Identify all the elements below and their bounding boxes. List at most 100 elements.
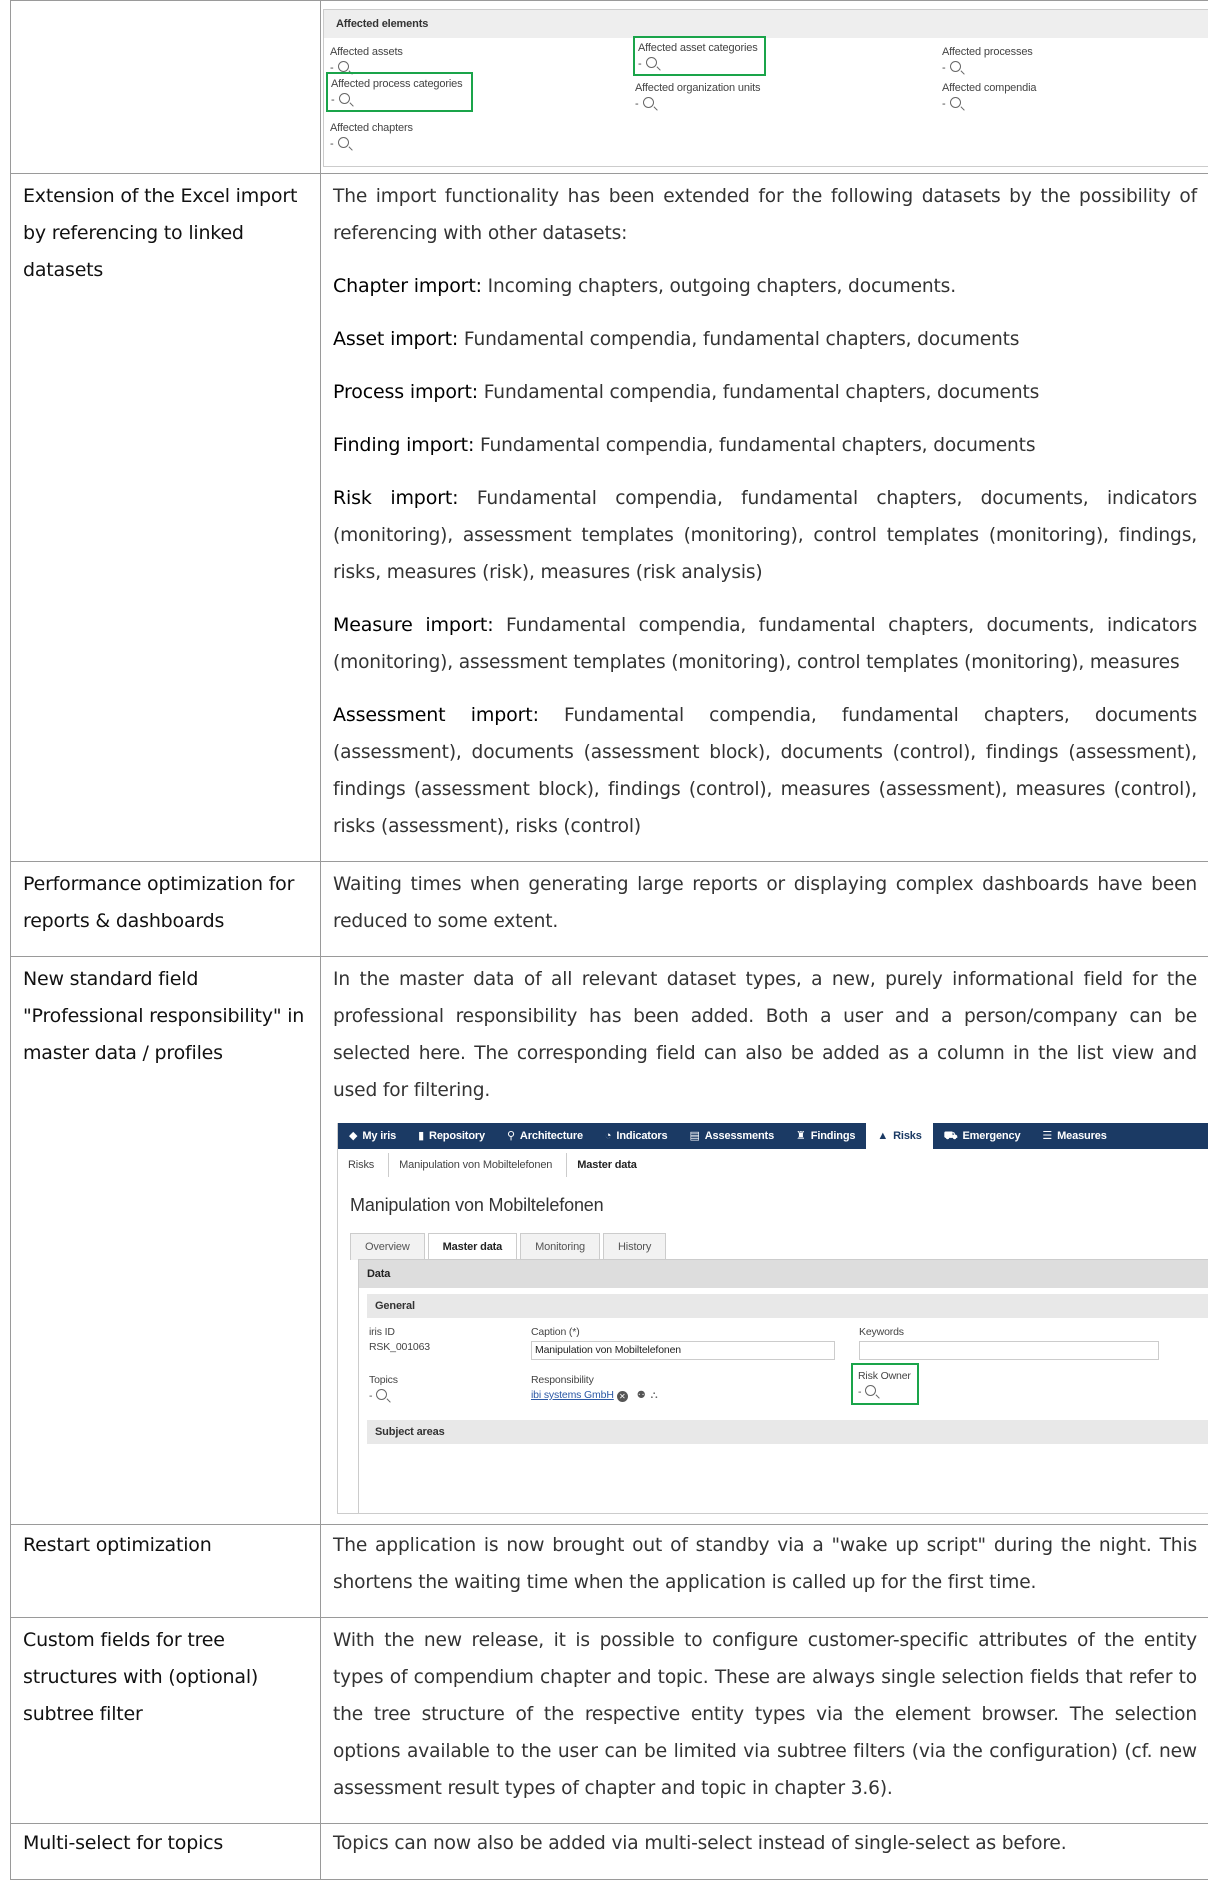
data-header: Data bbox=[359, 1260, 1208, 1288]
nav-icon: ▮ bbox=[418, 1123, 424, 1149]
keywords-input[interactable] bbox=[859, 1341, 1159, 1360]
search-icon[interactable] bbox=[643, 97, 654, 108]
breadcrumb: Risks Manipulation von Mobiltelefonen Ma… bbox=[338, 1153, 651, 1177]
nav-label: Indicators bbox=[616, 1130, 667, 1142]
nav-label: My iris bbox=[362, 1130, 396, 1142]
search-icon[interactable] bbox=[646, 57, 657, 68]
search-icon[interactable] bbox=[950, 61, 961, 72]
breadcrumb-item[interactable]: Manipulation von Mobiltelefonen bbox=[389, 1153, 567, 1177]
import-item: Measure import: Fundamental compendia, f… bbox=[333, 607, 1197, 681]
general-header: General bbox=[367, 1294, 1208, 1318]
remove-icon[interactable]: ✕ bbox=[617, 1391, 628, 1402]
description-cell: Waiting times when generating large repo… bbox=[321, 862, 1208, 957]
import-item: Assessment import: Fundamental compendia… bbox=[333, 697, 1197, 845]
field-value: - bbox=[369, 1390, 372, 1402]
field-label: Affected process categories bbox=[331, 78, 463, 90]
feature-cell: Restart optimization bbox=[11, 1525, 321, 1618]
affected-compendia-field[interactable]: Affected compendia - bbox=[942, 82, 1036, 110]
caption-input[interactable]: Manipulation von Mobiltelefonen bbox=[531, 1341, 835, 1360]
nav-icon: ◔ bbox=[605, 1123, 612, 1149]
nav-item-indicators[interactable]: ◔ Indicators bbox=[594, 1123, 679, 1149]
responsibility-field: Responsibility ibi systems GmbH✕ ⚉ ⛬ bbox=[531, 1374, 657, 1402]
import-item: Chapter import: Incoming chapters, outgo… bbox=[333, 268, 1197, 305]
field-value: - bbox=[331, 94, 335, 106]
feature-cell: Custom fields for tree structures with (… bbox=[11, 1618, 321, 1824]
nav-icon: ☰ bbox=[1042, 1123, 1052, 1149]
breadcrumb-item[interactable]: Risks bbox=[338, 1153, 389, 1177]
affected-process-categories-field[interactable]: Affected process categories - bbox=[326, 72, 473, 112]
affected-elements-title: Affected elements bbox=[324, 10, 1208, 38]
nav-item-measures[interactable]: ☰Measures bbox=[1031, 1123, 1117, 1149]
table-row: Custom fields for tree structures with (… bbox=[11, 1618, 1208, 1824]
field-value: - bbox=[330, 138, 334, 150]
feature-title: Extension of the Excel import by referen… bbox=[23, 178, 308, 289]
nav-icon: ◆ bbox=[349, 1123, 357, 1149]
import-label: Process import: bbox=[333, 381, 478, 403]
nav-item-findings[interactable]: ♜Findings bbox=[785, 1123, 866, 1149]
feature-title: Performance optimization for reports & d… bbox=[23, 866, 308, 940]
description-text: The import functionality has been extend… bbox=[333, 178, 1197, 252]
affected-chapters-field[interactable]: Affected chapters - bbox=[330, 122, 413, 150]
import-label: Measure import: bbox=[333, 614, 493, 636]
field-label: iris ID bbox=[369, 1326, 430, 1338]
search-icon[interactable] bbox=[338, 137, 349, 148]
import-label: Assessment import: bbox=[333, 704, 539, 726]
feature-title: Custom fields for tree structures with (… bbox=[23, 1622, 308, 1733]
person-icon[interactable]: ⚉ bbox=[637, 1390, 646, 1401]
affected-organization-units-field[interactable]: Affected organization units - bbox=[635, 82, 760, 110]
tab-bar: Overview Master data Monitoring History bbox=[350, 1233, 669, 1260]
subject-areas-header: Subject areas bbox=[367, 1420, 1208, 1444]
affected-assets-field[interactable]: Affected assets - bbox=[330, 46, 403, 74]
description-text: With the new release, it is possible to … bbox=[333, 1622, 1197, 1807]
search-icon[interactable] bbox=[339, 93, 350, 104]
nav-label: Architecture bbox=[520, 1130, 583, 1142]
field-label: Topics bbox=[369, 1374, 398, 1386]
import-text: Fundamental compendia, fundamental chapt… bbox=[458, 329, 1019, 350]
field-label: Responsibility bbox=[531, 1374, 657, 1386]
field-label: Caption (*) bbox=[531, 1326, 835, 1338]
nav-item-my-iris[interactable]: ◆ My iris bbox=[338, 1123, 407, 1149]
description-text: Waiting times when generating large repo… bbox=[333, 866, 1197, 940]
search-icon[interactable] bbox=[950, 97, 961, 108]
import-label: Finding import: bbox=[333, 434, 474, 456]
table-row: New standard field "Professional respons… bbox=[11, 957, 1208, 1525]
field-value: - bbox=[858, 1386, 861, 1398]
nav-item-risks[interactable]: ▲Risks bbox=[866, 1123, 932, 1149]
description-cell: The application is now brought out of st… bbox=[321, 1525, 1208, 1618]
risk-owner-field: Risk Owner - bbox=[851, 1363, 919, 1405]
import-label: Risk import: bbox=[333, 487, 458, 509]
import-item: Finding import: Fundamental compendia, f… bbox=[333, 427, 1197, 464]
field-label: Affected processes bbox=[942, 46, 1033, 58]
document: Affected elements Affected assets - Affe… bbox=[10, 0, 1208, 1870]
affected-asset-categories-field[interactable]: Affected asset categories - bbox=[633, 36, 766, 76]
import-text: Fundamental compendia, fundamental chapt… bbox=[478, 382, 1039, 403]
nav-icon: ♜ bbox=[796, 1123, 806, 1149]
nav-item-assessments[interactable]: ▤Assessments bbox=[679, 1123, 786, 1149]
field-label: Risk Owner bbox=[858, 1370, 911, 1382]
field-label: Affected chapters bbox=[330, 122, 413, 134]
data-panel: Data General iris ID RSK_001063 Caption … bbox=[358, 1259, 1208, 1513]
table-row: Multi-select for topics Topics can now a… bbox=[11, 1824, 1208, 1880]
search-icon[interactable] bbox=[865, 1385, 876, 1396]
table-row: Extension of the Excel import by referen… bbox=[11, 174, 1208, 862]
org-chart-icon[interactable]: ⛬ bbox=[651, 1390, 658, 1401]
nav-item-repository[interactable]: ▮Repository bbox=[407, 1123, 496, 1149]
breadcrumb-current: Master data bbox=[567, 1153, 650, 1177]
affected-processes-field[interactable]: Affected processes - bbox=[942, 46, 1033, 74]
feature-cell: Performance optimization for reports & d… bbox=[11, 862, 321, 957]
nav-item-architecture[interactable]: ⚲Architecture bbox=[496, 1123, 594, 1149]
import-item: Risk import: Fundamental compendia, fund… bbox=[333, 480, 1197, 591]
iris-id-field: iris ID RSK_001063 bbox=[369, 1326, 430, 1353]
tab-history[interactable]: History bbox=[603, 1233, 666, 1260]
tab-master-data[interactable]: Master data bbox=[428, 1233, 517, 1260]
nav-label: Risks bbox=[893, 1130, 922, 1142]
nav-item-emergency[interactable]: ⛟Emergency bbox=[933, 1123, 1032, 1149]
field-value: - bbox=[942, 98, 946, 110]
responsibility-link[interactable]: ibi systems GmbH bbox=[531, 1389, 614, 1401]
tab-monitoring[interactable]: Monitoring bbox=[520, 1233, 600, 1260]
import-item: Asset import: Fundamental compendia, fun… bbox=[333, 321, 1197, 358]
tab-overview[interactable]: Overview bbox=[350, 1233, 425, 1260]
search-icon[interactable] bbox=[338, 61, 349, 72]
search-icon[interactable] bbox=[376, 1389, 387, 1400]
field-label: Affected compendia bbox=[942, 82, 1036, 94]
